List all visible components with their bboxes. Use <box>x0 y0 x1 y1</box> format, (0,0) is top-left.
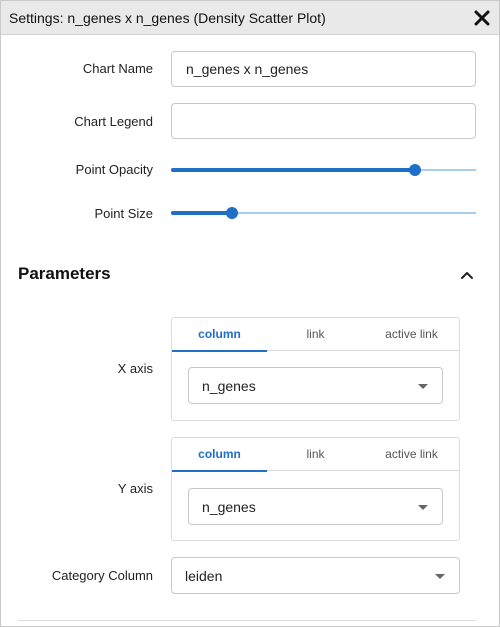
parameters-heading: Parameters <box>18 264 111 283</box>
y-axis-column-select[interactable]: n_genes <box>188 488 443 525</box>
close-icon <box>474 10 490 26</box>
tab-link[interactable]: link <box>268 318 363 351</box>
collapse-parameters-button[interactable] <box>457 265 477 285</box>
slider-fill <box>171 211 232 215</box>
slider-thumb[interactable] <box>409 164 421 176</box>
y-axis-selected-value: n_genes <box>202 499 256 515</box>
dialog-titlebar: Settings: n_genes x n_genes (Density Sca… <box>1 1 499 35</box>
point-opacity-slider[interactable] <box>171 160 476 180</box>
tab-active-link[interactable]: active link <box>364 318 459 351</box>
y-axis-tabs: column link active link <box>172 438 459 472</box>
caret-down-icon <box>418 505 428 510</box>
dialog-title: Settings: n_genes x n_genes (Density Sca… <box>9 10 326 26</box>
tab-column[interactable]: column <box>172 438 267 472</box>
y-axis-label: Y axis <box>117 481 153 496</box>
x-axis-column-select[interactable]: n_genes <box>188 367 443 404</box>
category-column-label: Category Column <box>51 568 153 583</box>
chart-legend-label: Chart Legend <box>74 114 153 129</box>
category-column-select[interactable]: leiden <box>171 557 460 594</box>
tab-column[interactable]: column <box>172 318 267 352</box>
x-axis-selected-value: n_genes <box>202 378 256 394</box>
chart-legend-input[interactable] <box>171 103 476 139</box>
category-column-selected-value: leiden <box>185 568 223 584</box>
slider-thumb[interactable] <box>226 207 238 219</box>
y-axis-card: column link active link n_genes <box>171 437 460 541</box>
x-axis-card: column link active link n_genes <box>171 317 460 421</box>
point-opacity-label: Point Opacity <box>75 162 153 177</box>
tab-active-link[interactable]: active link <box>364 438 459 471</box>
chevron-up-icon <box>461 272 473 279</box>
chart-name-label: Chart Name <box>82 61 153 76</box>
point-size-label: Point Size <box>94 206 153 221</box>
chart-name-input[interactable] <box>171 51 476 87</box>
slider-fill <box>171 168 415 172</box>
settings-dialog: Settings: n_genes x n_genes (Density Sca… <box>0 0 500 627</box>
section-divider <box>18 620 476 621</box>
caret-down-icon <box>435 574 445 579</box>
close-button[interactable] <box>470 7 494 29</box>
point-size-slider[interactable] <box>171 203 476 223</box>
caret-down-icon <box>418 384 428 389</box>
x-axis-label: X axis <box>117 361 153 376</box>
tab-link[interactable]: link <box>268 438 363 471</box>
x-axis-tabs: column link active link <box>172 318 459 352</box>
